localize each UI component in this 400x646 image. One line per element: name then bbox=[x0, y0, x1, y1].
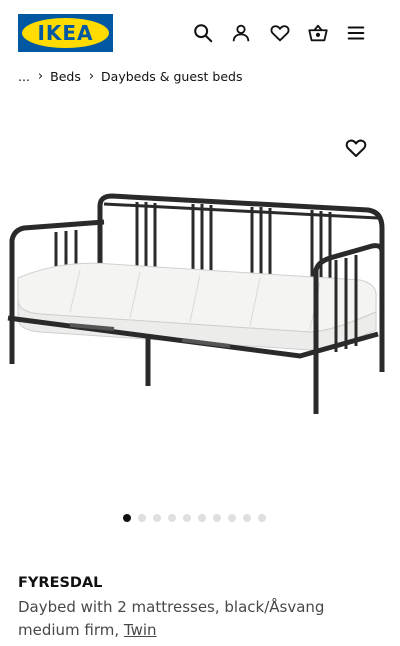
logo-oval: IKEA bbox=[22, 18, 109, 48]
carousel-dot[interactable] bbox=[243, 514, 251, 522]
daybed-illustration bbox=[7, 193, 385, 414]
product-name: FYRESDAL bbox=[18, 575, 103, 591]
breadcrumb-daybeds[interactable]: Daybeds & guest beds bbox=[101, 69, 242, 84]
carousel-dot[interactable] bbox=[138, 514, 146, 522]
chevron-right-icon: › bbox=[88, 69, 95, 84]
heart-icon[interactable] bbox=[268, 21, 292, 45]
image-carousel-dots bbox=[123, 514, 266, 522]
carousel-dot[interactable] bbox=[123, 514, 131, 522]
search-icon[interactable] bbox=[191, 21, 215, 45]
breadcrumb: ... › Beds › Daybeds & guest beds bbox=[18, 69, 243, 84]
chevron-right-icon: › bbox=[37, 69, 44, 84]
carousel-dot[interactable] bbox=[168, 514, 176, 522]
ikea-logo[interactable]: IKEA bbox=[18, 14, 113, 52]
carousel-dot[interactable] bbox=[228, 514, 236, 522]
logo-text: IKEA bbox=[37, 21, 94, 45]
add-to-favorites-icon[interactable] bbox=[344, 136, 368, 160]
carousel-dot[interactable] bbox=[258, 514, 266, 522]
product-description-text: Daybed with 2 mattresses, black/Åsvang m… bbox=[18, 598, 325, 639]
carousel-dot[interactable] bbox=[153, 514, 161, 522]
product-description: Daybed with 2 mattresses, black/Åsvang m… bbox=[18, 596, 388, 642]
account-icon[interactable] bbox=[229, 21, 253, 45]
product-image[interactable] bbox=[0, 100, 400, 500]
carousel-dot[interactable] bbox=[213, 514, 221, 522]
size-link[interactable]: Twin bbox=[124, 621, 157, 639]
breadcrumb-beds[interactable]: Beds bbox=[50, 69, 81, 84]
shopping-bag-icon[interactable] bbox=[306, 21, 330, 45]
breadcrumb-ellipsis[interactable]: ... bbox=[18, 69, 30, 84]
site-header: IKEA bbox=[0, 0, 400, 64]
menu-icon[interactable] bbox=[344, 21, 368, 45]
carousel-dot[interactable] bbox=[198, 514, 206, 522]
carousel-dot[interactable] bbox=[183, 514, 191, 522]
